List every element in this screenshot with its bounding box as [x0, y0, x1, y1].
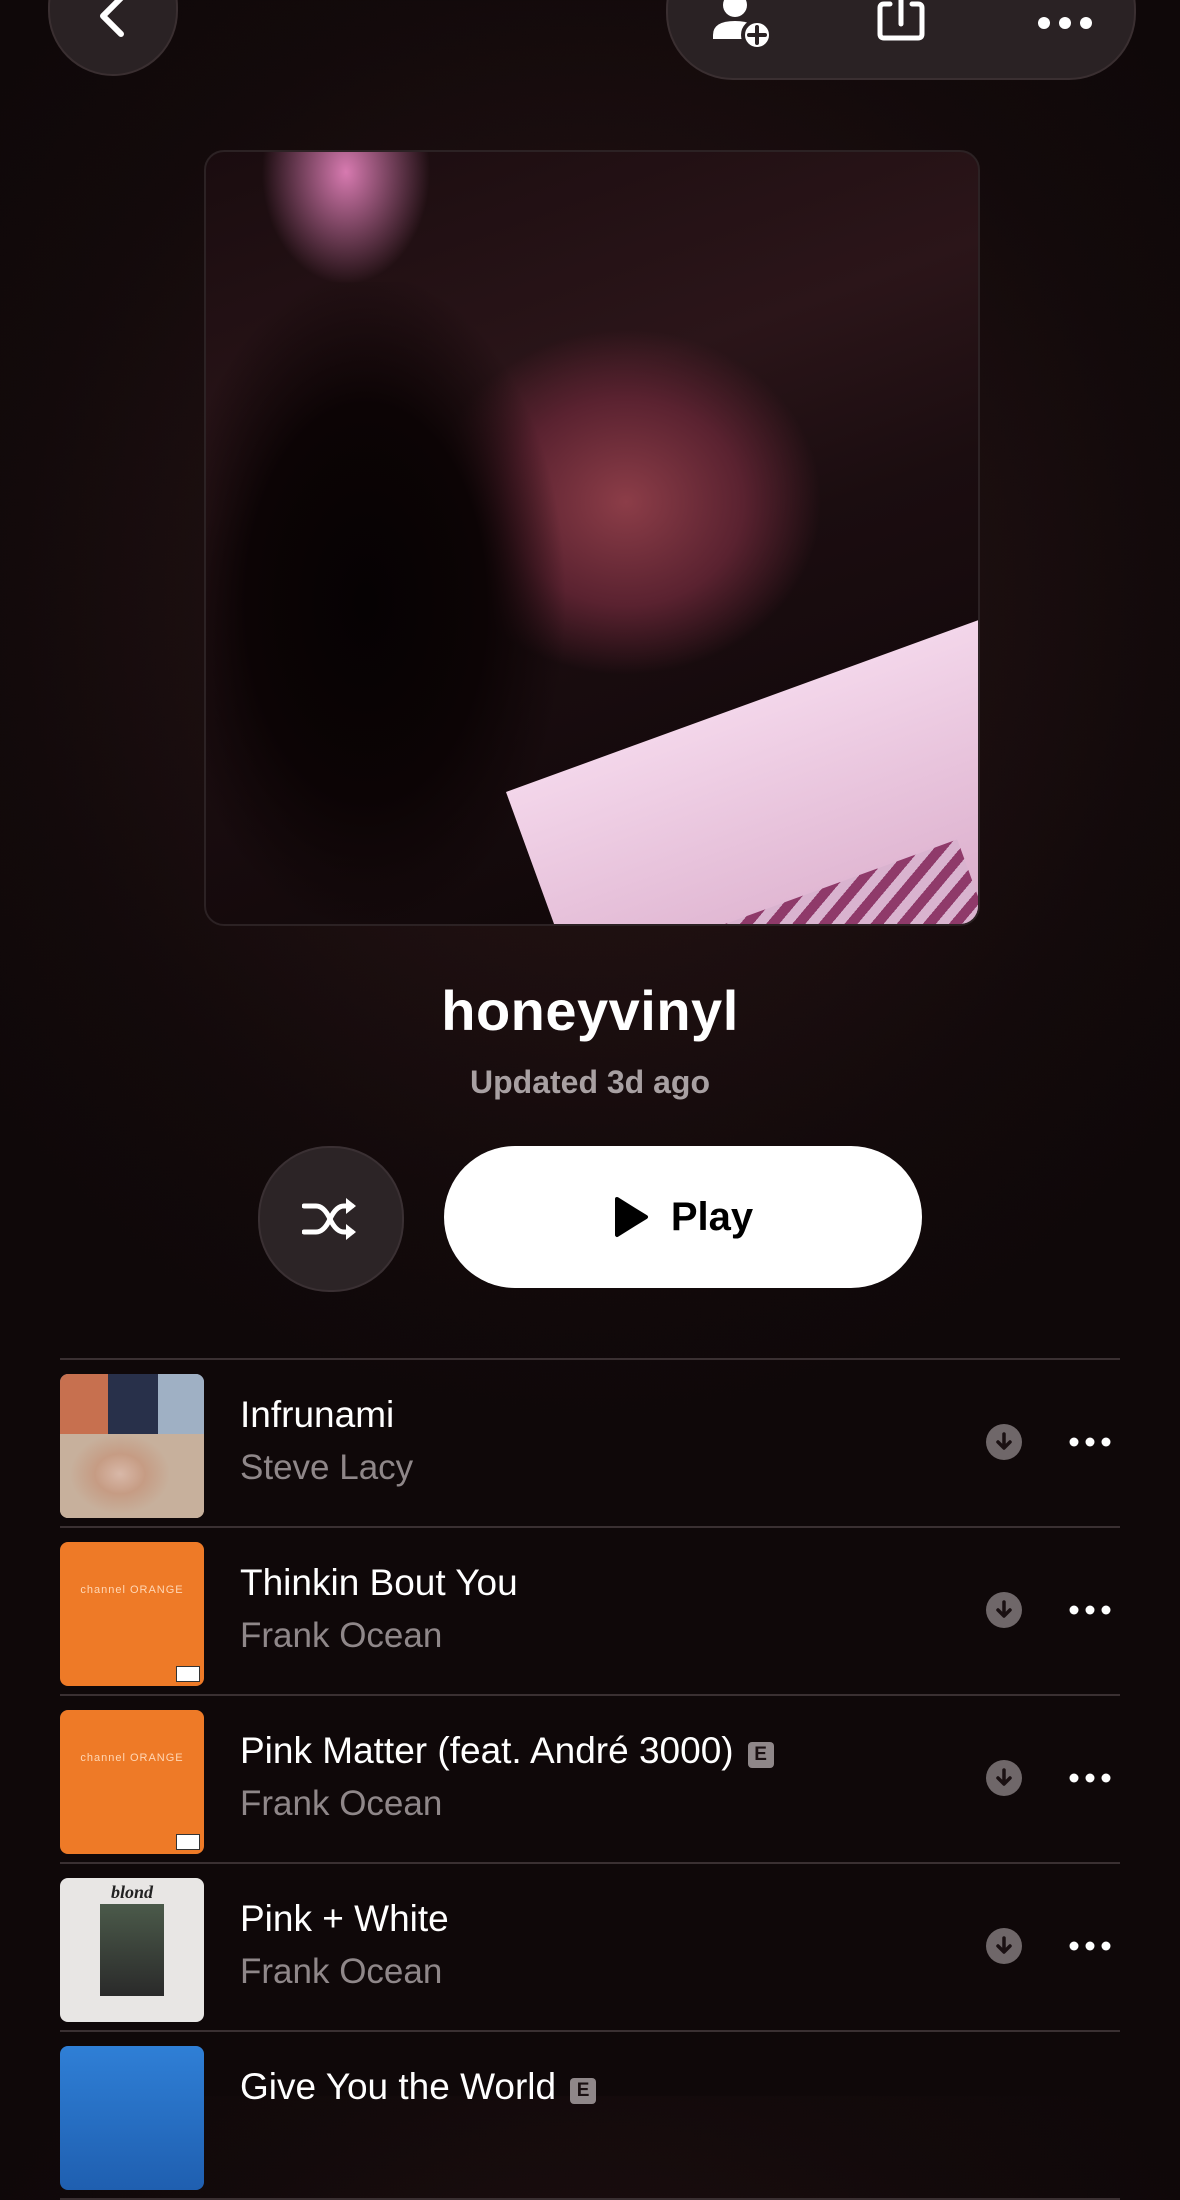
track-list: Infrunami Steve Lacy channel ORANGE Thin…: [60, 1358, 1120, 2200]
playlist-cover-image: [204, 150, 980, 926]
album-art-text: blond: [110, 1882, 153, 1902]
header-actions: [666, 0, 1136, 80]
play-button[interactable]: Play: [444, 1146, 922, 1288]
more-button[interactable]: [1030, 0, 1100, 48]
download-icon[interactable]: [986, 1424, 1022, 1460]
track-artist: Steve Lacy: [240, 1448, 414, 1487]
album-art-text: channel ORANGE: [80, 1752, 184, 1764]
share-button[interactable]: [866, 0, 936, 48]
track-row[interactable]: blond Pink + White Frank Ocean: [60, 1864, 1120, 2032]
track-artist: Frank Ocean: [240, 1784, 443, 1823]
track-title-text: Give You the World: [240, 2066, 557, 2107]
album-art: blond: [60, 1878, 204, 2022]
track-more-icon[interactable]: [1060, 1756, 1120, 1800]
track-title-text: Pink Matter (feat. André 3000): [240, 1730, 734, 1771]
track-title: Pink + White: [240, 1898, 449, 1939]
shuffle-button[interactable]: [258, 1146, 404, 1292]
track-more-icon[interactable]: [1060, 1588, 1120, 1632]
person-add-icon: [713, 0, 773, 51]
track-row[interactable]: channel ORANGE Pink Matter (feat. André …: [60, 1696, 1120, 1864]
playlist-title: honeyvinyl: [441, 979, 739, 1042]
album-art: channel ORANGE: [60, 1542, 204, 1686]
track-title: Pink Matter (feat. André 3000) E: [240, 1730, 774, 1772]
track-more-icon[interactable]: [1060, 1924, 1120, 1968]
track-row[interactable]: Give You the World E: [60, 2032, 1120, 2200]
explicit-badge: E: [570, 2078, 597, 2104]
explicit-badge: E: [747, 1742, 774, 1768]
back-button[interactable]: [48, 0, 178, 76]
track-artist: Frank Ocean: [240, 1616, 443, 1655]
play-icon: [614, 1197, 648, 1237]
track-artist: Frank Ocean: [240, 1952, 443, 1991]
album-art: channel ORANGE: [60, 1710, 204, 1854]
track-row[interactable]: Infrunami Steve Lacy: [60, 1360, 1120, 1528]
play-label: Play: [670, 1194, 754, 1239]
album-art: [60, 2046, 204, 2190]
ellipsis-icon: [1038, 17, 1092, 29]
updated-label: Updated 3d ago: [469, 1064, 710, 1100]
shuffle-icon: [302, 1198, 356, 1240]
track-row[interactable]: channel ORANGE Thinkin Bout You Frank Oc…: [60, 1528, 1120, 1696]
share-icon: [877, 0, 925, 41]
track-more-icon[interactable]: [1060, 1420, 1120, 1464]
album-art: [60, 1374, 204, 1518]
track-title: Infrunami: [240, 1394, 395, 1435]
download-icon[interactable]: [986, 1760, 1022, 1796]
track-title: Give You the World E: [240, 2066, 597, 2108]
chevron-left-icon: [100, 0, 124, 37]
download-icon[interactable]: [986, 1592, 1022, 1628]
add-collaborator-button[interactable]: [708, 0, 778, 51]
download-icon[interactable]: [986, 1928, 1022, 1964]
album-art-text: channel ORANGE: [80, 1584, 184, 1596]
track-title: Thinkin Bout You: [240, 1562, 518, 1603]
